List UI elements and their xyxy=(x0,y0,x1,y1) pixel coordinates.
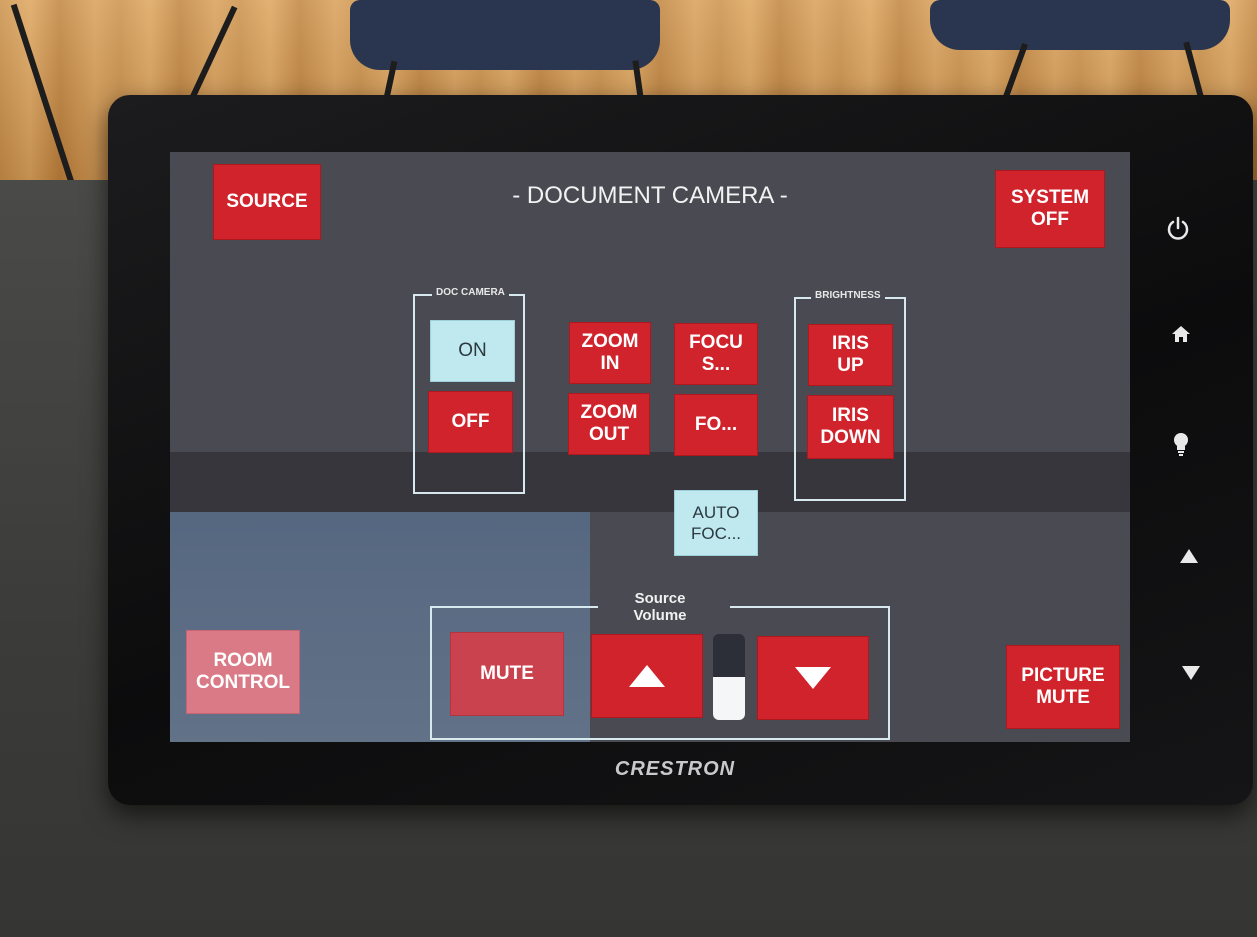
volume-up-button[interactable] xyxy=(591,634,703,718)
source-volume-label: Source Volume xyxy=(633,590,687,624)
home-icon[interactable] xyxy=(1166,322,1196,352)
focus-near-button[interactable]: FOCU S... xyxy=(674,323,758,385)
system-off-button[interactable]: SYSTEM OFF xyxy=(995,170,1105,248)
arrow-up-icon[interactable] xyxy=(1174,543,1204,573)
volume-down-button[interactable] xyxy=(757,636,869,720)
picture-mute-button[interactable]: PICTURE MUTE xyxy=(1006,645,1120,729)
arrow-down-icon xyxy=(795,667,831,689)
iris-down-button[interactable]: IRIS DOWN xyxy=(807,395,894,459)
room-control-button[interactable]: ROOM CONTROL xyxy=(186,630,300,714)
focus-far-button[interactable]: FO... xyxy=(674,394,758,456)
doc-camera-label: DOC CAMERA xyxy=(432,287,509,298)
doc-camera-on-button[interactable]: ON xyxy=(430,320,515,382)
volume-level-fill xyxy=(713,677,745,720)
zoom-in-button[interactable]: ZOOM IN xyxy=(569,322,651,384)
source-button[interactable]: SOURCE xyxy=(213,164,321,240)
chair xyxy=(350,0,660,70)
page-title: - DOCUMENT CAMERA - xyxy=(512,182,788,209)
brand-logo: CRESTRON xyxy=(614,758,736,780)
doc-camera-off-button[interactable]: OFF xyxy=(428,391,513,453)
volume-slider[interactable] xyxy=(713,634,745,720)
power-icon[interactable] xyxy=(1163,215,1193,245)
arrow-up-icon xyxy=(629,665,665,687)
mute-button[interactable]: MUTE xyxy=(450,632,564,716)
lightbulb-icon[interactable] xyxy=(1166,430,1196,460)
auto-focus-button[interactable]: AUTO FOC... xyxy=(674,490,758,556)
iris-up-button[interactable]: IRIS UP xyxy=(808,324,893,386)
zoom-out-button[interactable]: ZOOM OUT xyxy=(568,393,650,455)
arrow-down-icon[interactable] xyxy=(1176,660,1206,690)
brightness-label: BRIGHTNESS xyxy=(811,290,885,301)
